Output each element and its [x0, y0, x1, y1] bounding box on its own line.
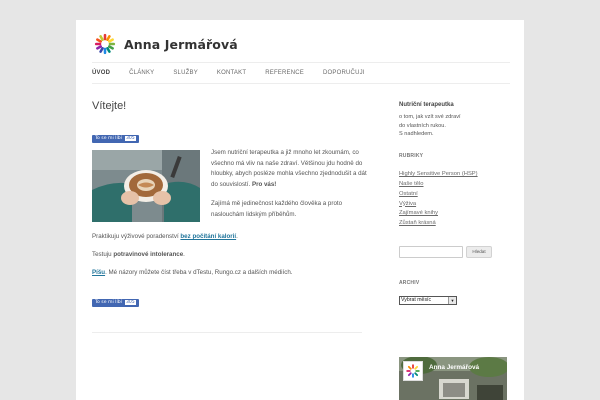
intro-text: Jsem nutriční terapeutka a již mnoho let… [211, 148, 369, 220]
nav-item-doporucuji[interactable]: DOPORUČUJI [323, 70, 365, 76]
fb-page-name[interactable]: Anna Jermářová [429, 364, 479, 371]
archive-select[interactable]: Vybrat měsíc ▼ [399, 295, 457, 305]
category-link-zustan-krasna[interactable]: Zůstaň krásná [399, 219, 509, 229]
nav-item-sluzby[interactable]: SLUŽBY [173, 70, 198, 76]
intro-block: Jsem nutriční terapeutka a již mnoho let… [92, 149, 367, 228]
search-input[interactable] [399, 245, 463, 258]
fb-like-button[interactable]: To se mi líbí 305 [92, 134, 139, 143]
intro-paragraph-1: Jsem nutriční terapeutka a již mnoho let… [211, 149, 367, 188]
about-line: S nadhledem. [399, 131, 434, 138]
content-divider [92, 332, 362, 333]
paragraph-pisu: Píšu. Mé názory můžete číst třeba v dTes… [92, 269, 362, 276]
about-line: do vlastních rukou. [399, 122, 446, 129]
chevron-down-icon: ▼ [448, 296, 456, 304]
flower-logo-icon[interactable] [94, 33, 116, 55]
nav-item-kontakt[interactable]: KONTAKT [217, 70, 246, 76]
fb-like-top: To se mi líbí 305 [92, 126, 362, 144]
archive-select-value: Vybrat měsíc [401, 297, 432, 304]
fb-like-button-bottom[interactable]: To se mi líbí 305 [92, 298, 139, 307]
main-navigation: ÚVOD ČLÁNKY SLUŽBY KONTAKT REFERENCE DOP… [92, 62, 510, 84]
search-button[interactable]: Hledat [466, 245, 492, 258]
category-link-ostatni[interactable]: Ostatní [399, 190, 509, 200]
nav-item-reference[interactable]: REFERENCE [265, 70, 304, 76]
about-line: o tom, jak vzít své zdraví [399, 114, 461, 120]
intro-paragraph-1-bold: Pro vás! [251, 180, 277, 188]
fb-like-label-bottom: To se mi líbí [95, 300, 122, 305]
intro-paragraph-2: Zajímá mě jedinečnost každého člověka a … [211, 200, 343, 218]
poradenstvi-period: . [236, 233, 238, 240]
site-title[interactable]: Anna Jermářová [124, 37, 238, 52]
search-widget: Hledat [399, 245, 509, 258]
fb-like-bottom: To se mi líbí 305 [92, 290, 362, 308]
site-header: Anna Jermářová [94, 32, 238, 56]
page-container: Anna Jermářová ÚVOD ČLÁNKY SLUŽBY KONTAK… [76, 20, 524, 400]
fb-like-count: 305 [124, 136, 136, 141]
sidebar: Nutriční terapeutka o tom, jak vzít své … [399, 102, 509, 305]
categories-title: RUBRIKY [399, 153, 424, 160]
fb-avatar [403, 361, 423, 381]
nav-item-clanky[interactable]: ČLÁNKY [129, 70, 154, 76]
paragraph-poradenstvi: Praktikuju výživové poradenství bez počí… [92, 233, 362, 240]
bez-pocitani-kalorii-link[interactable]: bez počítání kalorií [180, 233, 236, 240]
paragraph-testuju: Testuju potravinové intolerance. [92, 251, 362, 258]
about-title: Nutriční terapeutka [399, 102, 454, 108]
category-link-nase-telo[interactable]: Naše tělo [399, 180, 509, 190]
pisu-link[interactable]: Píšu [92, 269, 105, 276]
fb-like-count-bottom: 305 [124, 300, 136, 305]
category-link-zajimave-knihy[interactable]: Zajímavé knihy [399, 209, 509, 219]
category-link-hsp[interactable]: Highly Sensitive Person (HSP) [399, 170, 509, 180]
categories-list: Highly Sensitive Person (HSP) Naše tělo … [399, 170, 509, 229]
fb-like-label: To se mi líbí [95, 136, 122, 141]
category-link-vyziva[interactable]: Výživa [399, 200, 509, 210]
coffee-photo [92, 150, 200, 222]
nav-item-uvod[interactable]: ÚVOD [92, 70, 110, 76]
poradenstvi-text: Praktikuju výživové poradenství [92, 233, 179, 240]
testuju-period: . [183, 251, 185, 258]
about-text: o tom, jak vzít své zdraví do vlastních … [399, 113, 509, 139]
pisu-text: . Mé názory můžete číst třeba v dTestu, … [105, 269, 293, 276]
testuju-bold: potravinové intolerance [113, 251, 184, 258]
page-title: Vítejte! [92, 100, 127, 112]
fb-page-widget[interactable]: Anna Jermářová [399, 357, 507, 400]
testuju-text: Testuju [92, 251, 112, 258]
archive-title: ARCHIV [399, 279, 420, 286]
main-content: Vítejte! To se mi líbí 305 Jsem nutriční… [92, 100, 367, 308]
